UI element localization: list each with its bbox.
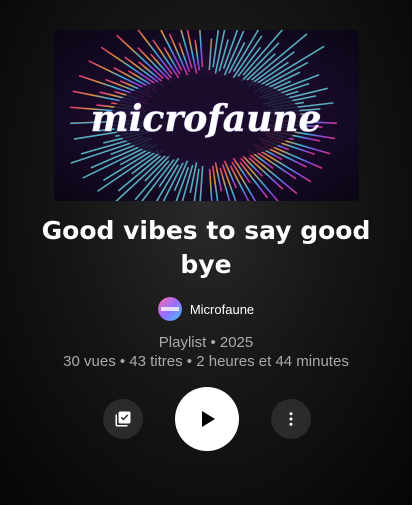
more-vertical-icon	[289, 412, 293, 426]
playlist-type-year: Playlist • 2025	[158, 334, 254, 351]
play-button[interactable]	[175, 387, 239, 451]
cover-artwork: microfaune	[54, 30, 359, 201]
playlist-cover-image[interactable]: microfaune	[54, 30, 359, 201]
library-add-check-icon	[115, 411, 131, 427]
artist-avatar[interactable]	[157, 297, 182, 321]
playlist-header: microfaune Good vibes to say good bye Mi…	[0, 0, 412, 505]
save-to-library-button[interactable]	[103, 399, 143, 439]
cover-logo-text: microfaune	[91, 98, 322, 140]
playlist-title: Good vibes to say good bye	[41, 216, 371, 279]
artist-name-link[interactable]: Microfaune	[190, 302, 254, 317]
playlist-stats: 30 vues • 43 titres • 2 heures et 44 min…	[63, 353, 349, 370]
play-icon	[202, 411, 215, 427]
artist-row[interactable]: Microfaune	[0, 296, 412, 322]
more-options-button[interactable]	[271, 399, 311, 439]
